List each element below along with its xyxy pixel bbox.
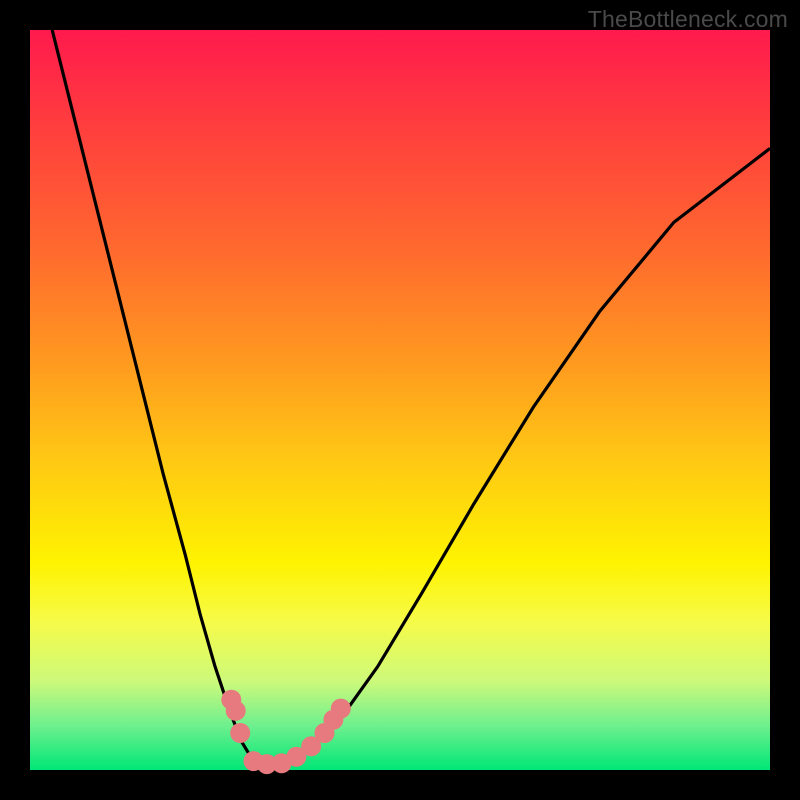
markers (221, 690, 350, 774)
chart-frame: TheBottleneck.com (0, 0, 800, 800)
bottleneck-curve (52, 30, 770, 764)
watermark-text: TheBottleneck.com (588, 6, 788, 33)
marker-left-2 (226, 701, 246, 721)
plot-area (30, 30, 770, 770)
marker-right-3 (331, 699, 351, 719)
marker-left-3 (230, 723, 250, 743)
curve-layer (30, 30, 770, 770)
